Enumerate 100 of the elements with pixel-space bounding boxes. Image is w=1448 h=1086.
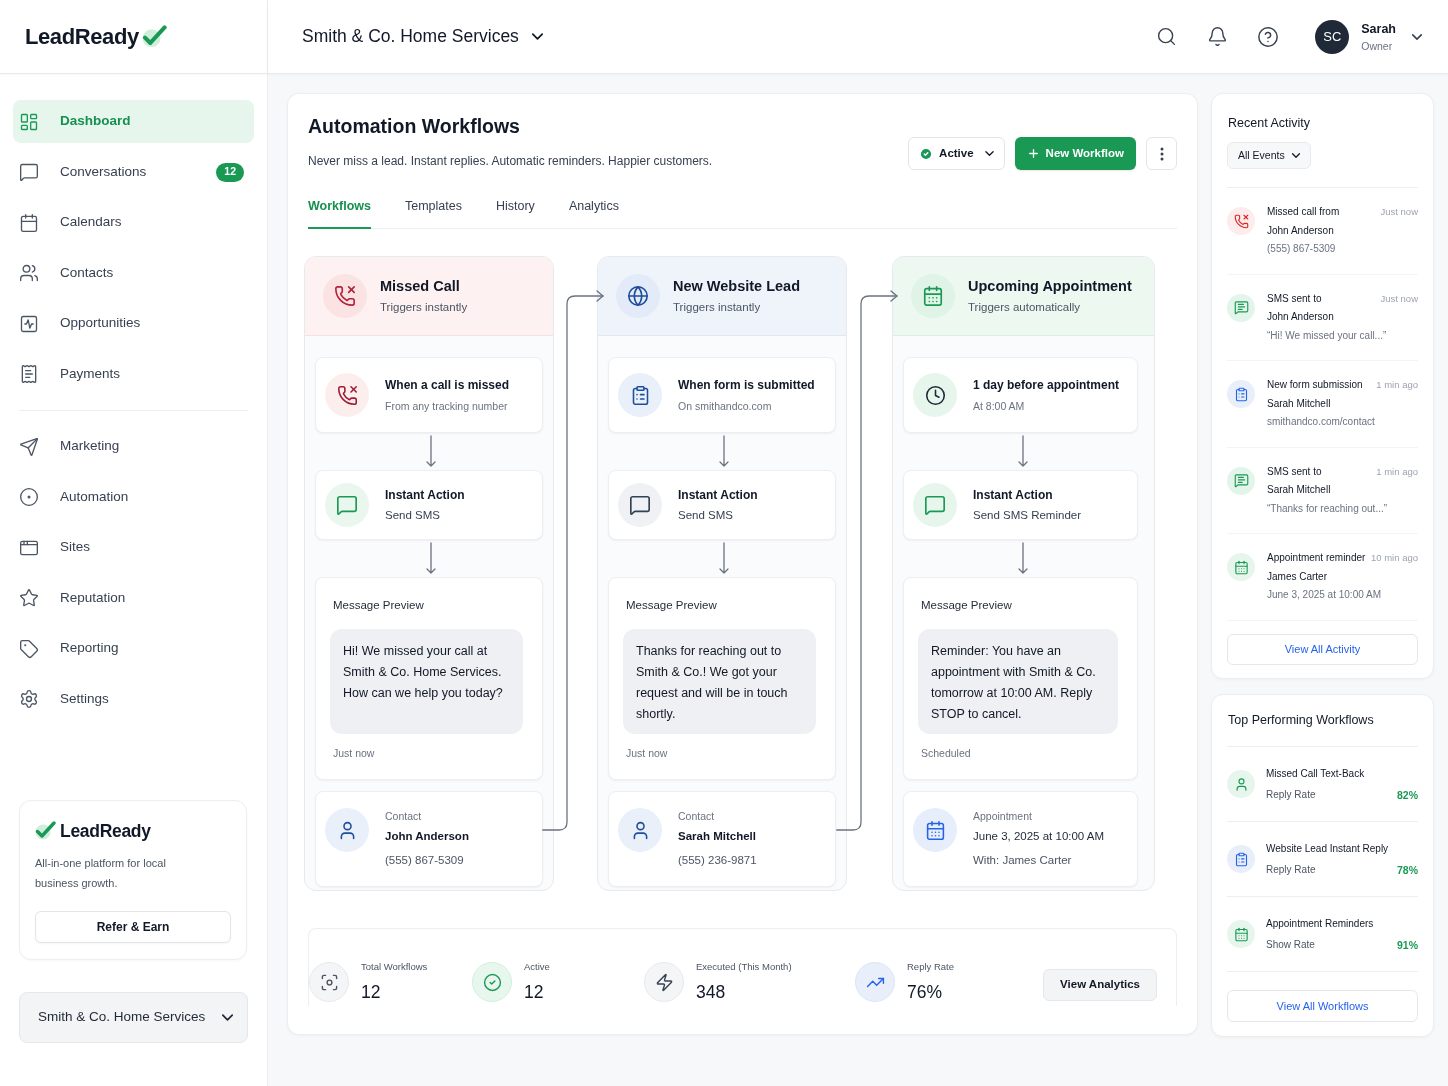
message-bubble: Thanks for reaching out to Smith & Co.! We got your request and will be in touch shortly. — [623, 629, 816, 734]
card-title: Top Performing Workflows — [1227, 712, 1375, 728]
view-all-activity-button[interactable]: View All Activity — [1227, 633, 1418, 665]
down-arrow — [719, 542, 729, 575]
activity-time: 1 min ago — [1376, 464, 1418, 479]
chevron-down-icon — [531, 33, 543, 40]
users-icon — [19, 263, 39, 283]
nav-item[interactable]: Automation — [13, 475, 254, 519]
info-label: Contact — [385, 809, 423, 823]
chevron-down-icon[interactable] — [1412, 33, 1422, 40]
activity-detail: (555) 867-5309 — [1267, 242, 1337, 256]
nav-item[interactable]: Reputation — [13, 576, 254, 620]
new-workflow-button[interactable]: New Workflow — [1014, 137, 1136, 170]
down-arrow — [1017, 435, 1028, 468]
activity-name: John Anderson — [1267, 310, 1335, 324]
search-icon[interactable] — [1156, 26, 1178, 47]
stat-value: 12 — [361, 981, 382, 1003]
metric-label: Reply Rate — [1266, 862, 1316, 877]
view-all-workflows-button[interactable]: View All Workflows — [1227, 990, 1418, 1022]
nav-item[interactable]: Dashboard — [13, 100, 254, 143]
workflow-title: Missed Call — [380, 277, 461, 295]
activity-item[interactable]: Missed call from Just now John Anderson (555) 867-5309 — [1227, 188, 1418, 275]
workflow-title: New Website Lead — [673, 277, 801, 295]
nav-item[interactable]: Marketing — [13, 425, 254, 468]
nav-item[interactable]: Payments — [13, 352, 254, 396]
page-title: Automation Workflows — [308, 114, 521, 138]
activity-item[interactable]: SMS sent to Just now John Anderson “Hi! We missed your call...” — [1227, 274, 1418, 361]
workflow-stat-row[interactable]: Missed Call Text-Back Reply Rate 82% — [1227, 747, 1418, 822]
nav-item[interactable]: Sites — [13, 526, 254, 569]
metric-label: Show Rate — [1266, 937, 1315, 952]
activity-title: SMS sent to — [1267, 291, 1322, 306]
action-value: Send SMS — [678, 508, 734, 523]
info-line: With: James Carter — [973, 853, 1073, 868]
user-icon — [325, 808, 369, 852]
chevron-down-icon — [222, 1014, 233, 1021]
tab[interactable]: Workflows — [308, 198, 371, 229]
tab[interactable]: Templates — [405, 198, 462, 229]
phone-missed-icon — [325, 373, 369, 417]
send-icon — [19, 436, 39, 457]
workspace-switcher[interactable]: Smith & Co. Home Services — [302, 23, 543, 50]
activity-time: 1 min ago — [1376, 378, 1418, 392]
nav-item[interactable]: Conversations 12 — [13, 150, 254, 194]
chat-bubble-icon — [913, 483, 957, 527]
promo-text: All-in-one platform for local business growth. — [35, 856, 167, 891]
account-select[interactable]: Smith & Co. Home Services — [19, 992, 248, 1043]
activity-name: James Carter — [1267, 569, 1328, 584]
activity-name: John Anderson — [1267, 223, 1335, 238]
nav-item[interactable]: Calendars — [13, 201, 254, 244]
brand-name: LeadReady — [25, 23, 139, 51]
activity-name: Sarah Mitchell — [1267, 483, 1332, 497]
star-icon — [19, 588, 39, 608]
nav-item[interactable]: Reporting — [13, 627, 254, 670]
clock-icon — [913, 373, 957, 417]
preview-time: Just now — [625, 746, 669, 760]
plus-icon — [1026, 147, 1040, 160]
tag-icon — [19, 638, 39, 659]
trigger-subtitle: At 8:00 AM — [973, 399, 1026, 413]
tab[interactable]: History — [495, 198, 535, 229]
workflow-name: Missed Call Text-Back — [1266, 766, 1366, 781]
list-document-icon — [618, 373, 662, 417]
stat-label: Executed (This Month) — [696, 961, 792, 973]
nav-item[interactable]: Contacts — [13, 251, 254, 295]
info-line: (555) 236-9871 — [678, 853, 757, 868]
message-bubble: Hi! We missed your call at Smith & Co. Home Services. How can we help you today? — [330, 629, 523, 734]
activity-title: Appointment reminder — [1267, 551, 1366, 565]
stat-value: 76% — [907, 981, 944, 1003]
nav-item[interactable]: Settings — [13, 677, 254, 721]
workflow-name: Appointment Reminders — [1266, 916, 1375, 931]
stat-label: Active — [524, 961, 550, 973]
receipt-icon — [19, 364, 39, 384]
workflow-stat-row[interactable]: Website Lead Instant Reply Reply Rate 78% — [1227, 822, 1418, 897]
info-line: John Anderson — [385, 829, 469, 844]
activity-item[interactable]: New form submission 1 min ago Sarah Mitchell smithandco.com/contact — [1227, 361, 1418, 448]
activity-detail: June 3, 2025 at 10:00 AM — [1267, 588, 1382, 602]
workflow-stat-row[interactable]: Appointment Reminders Show Rate 91% — [1227, 897, 1418, 972]
list-document-icon — [1227, 380, 1255, 408]
notification-bell-icon[interactable] — [1207, 26, 1229, 47]
action-label: Instant Action — [385, 487, 465, 503]
status-dropdown[interactable]: Active — [908, 137, 1005, 170]
action-value: Send SMS — [385, 508, 441, 523]
activity-name: Sarah Mitchell — [1267, 396, 1332, 411]
activity-item[interactable]: SMS sent to 1 min ago Sarah Mitchell “Thanks for reaching out...” — [1227, 447, 1418, 534]
calendar-icon — [1227, 553, 1255, 581]
user-role: Owner — [1361, 38, 1394, 53]
refer-button[interactable]: Refer & Earn — [35, 911, 231, 943]
user-icon — [1227, 770, 1255, 798]
action-label: Instant Action — [678, 487, 758, 503]
activity-item[interactable]: Appointment reminder 10 min ago James Carter June 3, 2025 at 10:00 AM — [1227, 534, 1418, 621]
calendar-icon — [19, 212, 39, 233]
view-analytics-button[interactable]: View Analytics — [1043, 969, 1157, 1001]
down-arrow — [426, 542, 436, 575]
tab[interactable]: Analytics — [568, 198, 619, 229]
down-arrow — [719, 435, 729, 468]
stat-label: Total Workflows — [361, 961, 428, 973]
help-icon[interactable] — [1257, 25, 1280, 48]
check-circle-icon — [919, 146, 934, 161]
nav-item[interactable]: Opportunities — [13, 302, 254, 345]
stat-label: Reply Rate — [907, 961, 954, 973]
event-filter-dropdown[interactable]: All Events — [1227, 142, 1311, 169]
calendar-icon — [1227, 920, 1255, 948]
